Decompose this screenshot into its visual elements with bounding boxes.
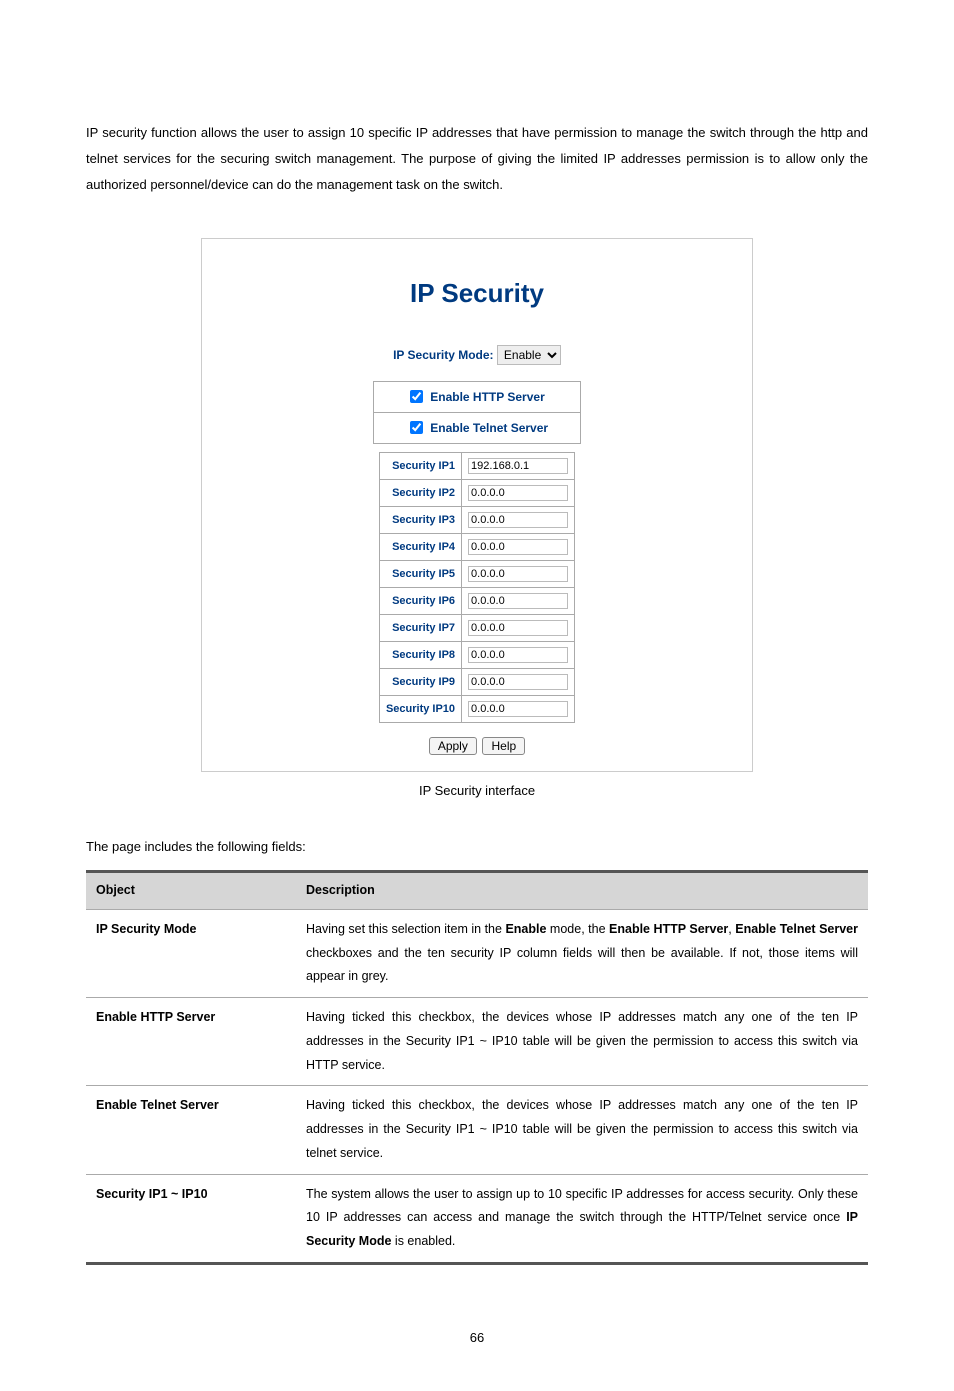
- description-cell: Having ticked this checkbox, the devices…: [296, 1086, 868, 1174]
- table-row: IP Security Mode Having set this selecti…: [86, 909, 868, 997]
- object-cell: Enable HTTP Server: [86, 998, 296, 1086]
- ip-security-mode-select[interactable]: Enable: [497, 345, 561, 365]
- table-row: Security IP9: [379, 669, 574, 696]
- fields-table: Object Description IP Security Mode Havi…: [86, 870, 868, 1265]
- security-ip1-input[interactable]: [468, 458, 568, 474]
- table-row: Security IP5: [379, 561, 574, 588]
- security-ip-label: Security IP5: [379, 561, 461, 588]
- object-cell: Security IP1 ~ IP10: [86, 1174, 296, 1263]
- description-cell: Having ticked this checkbox, the devices…: [296, 998, 868, 1086]
- security-ip9-input[interactable]: [468, 674, 568, 690]
- ip-security-mode-label: IP Security Mode:: [393, 348, 493, 362]
- enable-telnet-label: Enable Telnet Server: [430, 421, 548, 435]
- table-row: Security IP3: [379, 507, 574, 534]
- fields-intro: The page includes the following fields:: [86, 834, 868, 860]
- security-ip-label: Security IP7: [379, 615, 461, 642]
- enable-http-checkbox[interactable]: [410, 390, 423, 403]
- security-ip3-input[interactable]: [468, 512, 568, 528]
- intro-paragraph: IP security function allows the user to …: [86, 120, 868, 198]
- help-button[interactable]: Help: [482, 737, 525, 755]
- table-row: Enable Telnet Server Having ticked this …: [86, 1086, 868, 1174]
- table-row: Security IP10: [379, 696, 574, 723]
- security-ip5-input[interactable]: [468, 566, 568, 582]
- table-row: Security IP4: [379, 534, 574, 561]
- enable-telnet-checkbox[interactable]: [410, 421, 423, 434]
- security-ip-label: Security IP1: [379, 453, 461, 480]
- ip-security-mode-row: IP Security Mode: Enable: [202, 343, 752, 367]
- description-cell: Having set this selection item in the En…: [296, 909, 868, 997]
- table-row: Security IP1: [379, 453, 574, 480]
- enable-servers-table: Enable HTTP Server Enable Telnet Server: [373, 381, 581, 444]
- security-ip7-input[interactable]: [468, 620, 568, 636]
- security-ip-label: Security IP8: [379, 642, 461, 669]
- security-ip-label: Security IP3: [379, 507, 461, 534]
- ip-security-panel: IP Security IP Security Mode: Enable Ena…: [201, 238, 753, 772]
- object-cell: Enable Telnet Server: [86, 1086, 296, 1174]
- col-description: Description: [296, 872, 868, 910]
- figure-caption: IP Security interface: [86, 778, 868, 804]
- security-ip-label: Security IP9: [379, 669, 461, 696]
- page-number: 66: [86, 1325, 868, 1351]
- security-ip-label: Security IP10: [379, 696, 461, 723]
- object-cell: IP Security Mode: [86, 909, 296, 997]
- table-row: Security IP7: [379, 615, 574, 642]
- security-ip-label: Security IP2: [379, 480, 461, 507]
- table-row: Enable HTTP Server Having ticked this ch…: [86, 998, 868, 1086]
- panel-title: IP Security: [202, 267, 752, 319]
- security-ip8-input[interactable]: [468, 647, 568, 663]
- security-ip6-input[interactable]: [468, 593, 568, 609]
- enable-http-label: Enable HTTP Server: [430, 390, 545, 404]
- security-ip2-input[interactable]: [468, 485, 568, 501]
- security-ip4-input[interactable]: [468, 539, 568, 555]
- table-row: Security IP2: [379, 480, 574, 507]
- col-object: Object: [86, 872, 296, 910]
- description-cell: The system allows the user to assign up …: [296, 1174, 868, 1263]
- table-row: Security IP8: [379, 642, 574, 669]
- table-row: Security IP1 ~ IP10 The system allows th…: [86, 1174, 868, 1263]
- security-ip-table: Security IP1 Security IP2 Security IP3 S…: [379, 452, 575, 723]
- table-row: Security IP6: [379, 588, 574, 615]
- apply-button[interactable]: Apply: [429, 737, 477, 755]
- security-ip10-input[interactable]: [468, 701, 568, 717]
- security-ip-label: Security IP4: [379, 534, 461, 561]
- security-ip-label: Security IP6: [379, 588, 461, 615]
